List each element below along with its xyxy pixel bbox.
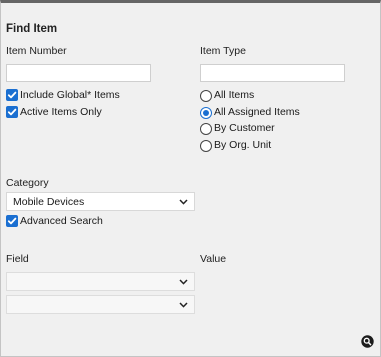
active-only-checkbox[interactable]: Active Items Only bbox=[6, 106, 156, 120]
item-number-label: Item Number bbox=[6, 45, 67, 57]
magnifier-icon bbox=[361, 335, 374, 348]
include-global-label: Include Global* Items bbox=[20, 89, 120, 101]
value-label: Value bbox=[200, 253, 227, 265]
radio-by-org-unit-label: By Org. Unit bbox=[214, 139, 272, 151]
field-label: Field bbox=[6, 253, 29, 265]
include-global-checkbox[interactable]: Include Global* Items bbox=[6, 89, 156, 103]
find-item-panel: Find Item Item Number Include Global* It… bbox=[0, 0, 381, 357]
checkmark-icon bbox=[6, 106, 18, 118]
chevron-down-icon bbox=[179, 302, 188, 308]
item-type-input[interactable] bbox=[200, 64, 345, 82]
active-only-label: Active Items Only bbox=[20, 106, 102, 118]
panel-title: Find Item bbox=[6, 23, 58, 35]
checkmark-icon bbox=[6, 89, 18, 101]
advanced-search-checkbox[interactable]: Advanced Search bbox=[6, 215, 156, 229]
advanced-search-label: Advanced Search bbox=[20, 215, 103, 227]
chevron-down-icon bbox=[179, 279, 188, 285]
category-label: Category bbox=[6, 177, 49, 189]
radio-all-items[interactable]: All Items bbox=[200, 89, 350, 103]
category-select[interactable]: Mobile Devices bbox=[6, 192, 195, 211]
radio-by-customer-label: By Customer bbox=[214, 122, 275, 134]
radio-all-assigned-label: All Assigned Items bbox=[214, 106, 300, 118]
field-select-2[interactable] bbox=[6, 295, 195, 314]
checkmark-icon bbox=[6, 215, 18, 227]
category-selected-value: Mobile Devices bbox=[13, 196, 85, 208]
radio-button bbox=[200, 140, 212, 152]
item-type-label: Item Type bbox=[200, 45, 246, 57]
radio-button bbox=[200, 90, 212, 102]
radio-all-assigned-items[interactable]: All Assigned Items bbox=[200, 106, 350, 120]
field-select-1[interactable] bbox=[6, 272, 195, 291]
chevron-down-icon bbox=[179, 199, 188, 205]
item-number-input[interactable] bbox=[6, 64, 151, 82]
radio-by-customer[interactable]: By Customer bbox=[200, 122, 350, 136]
radio-button-selected bbox=[200, 107, 212, 119]
radio-button bbox=[200, 123, 212, 135]
radio-by-org-unit[interactable]: By Org. Unit bbox=[200, 139, 350, 153]
radio-all-items-label: All Items bbox=[214, 89, 255, 101]
search-button[interactable] bbox=[361, 335, 374, 348]
